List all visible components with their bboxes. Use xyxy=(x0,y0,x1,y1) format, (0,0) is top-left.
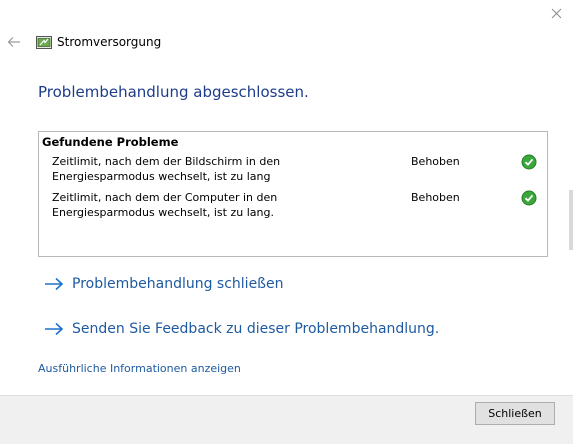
problem-text: Zeitlimit, nach dem der Computer in den … xyxy=(52,191,278,219)
show-details-link[interactable]: Ausführliche Informationen anzeigen xyxy=(38,362,241,375)
problem-text: Zeitlimit, nach dem der Bildschirm in de… xyxy=(52,155,281,183)
troubleshooter-window: Stromversorgung Problembehandlung abgesc… xyxy=(0,0,573,444)
problem-status: Behoben xyxy=(411,191,460,204)
problem-row: Zeitlimit, nach dem der Computer in den … xyxy=(52,190,542,222)
problem-row: Zeitlimit, nach dem der Bildschirm in de… xyxy=(52,154,542,186)
problems-panel: Gefundene Probleme Zeitlimit, nach dem d… xyxy=(38,131,548,257)
check-circle-icon xyxy=(521,154,537,170)
arrow-right-icon xyxy=(45,322,64,336)
app-title: Stromversorgung xyxy=(57,35,162,49)
link-label: Problembehandlung schließen xyxy=(72,276,284,292)
power-battery-icon xyxy=(36,36,52,49)
back-button[interactable] xyxy=(4,33,24,51)
arrow-right-icon xyxy=(45,277,64,291)
problems-header: Gefundene Probleme xyxy=(42,135,179,149)
close-troubleshooter-link[interactable]: Problembehandlung schließen xyxy=(44,276,283,292)
close-icon xyxy=(551,8,562,18)
problem-status: Behoben xyxy=(411,155,460,168)
send-feedback-link[interactable]: Senden Sie Feedback zu dieser Problembeh… xyxy=(44,321,439,337)
back-arrow-icon xyxy=(7,37,20,47)
scrollbar-edge xyxy=(569,190,573,250)
check-circle-icon xyxy=(521,190,537,206)
link-label: Senden Sie Feedback zu dieser Problembeh… xyxy=(72,321,440,337)
close-button[interactable]: Schließen xyxy=(475,402,555,425)
page-heading: Problembehandlung abgeschlossen. xyxy=(38,83,309,101)
close-window-button[interactable] xyxy=(540,0,573,26)
